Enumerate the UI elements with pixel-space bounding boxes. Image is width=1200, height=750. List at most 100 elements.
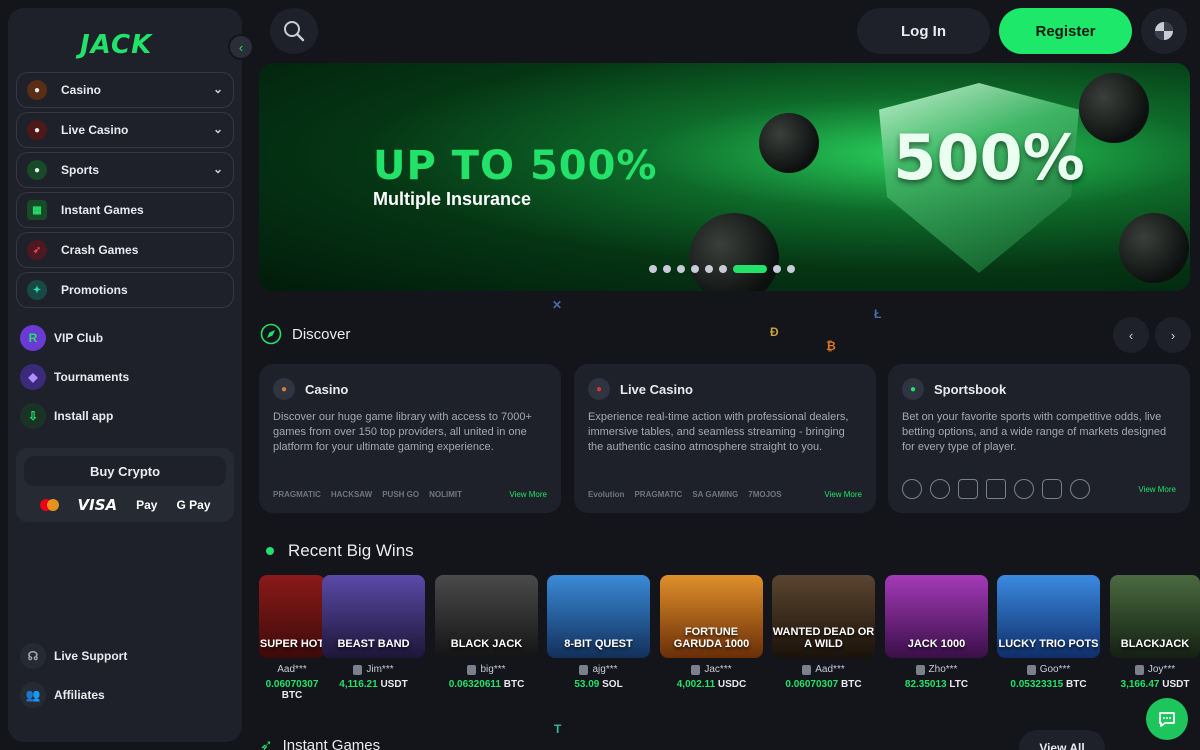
sidebar-item-label: Affiliates <box>54 688 105 702</box>
win-amount: 0.06070307 BTC <box>772 679 875 690</box>
win-user-name: Jim*** <box>366 664 394 675</box>
discover-next-button[interactable]: › <box>1155 317 1191 353</box>
view-more-link[interactable]: View More <box>509 490 547 499</box>
win-item[interactable]: BLACK JACK big*** 0.06320611 BTC <box>435 575 538 690</box>
card-title: ● Casino <box>273 378 547 400</box>
mastercard-icon <box>39 499 59 511</box>
carousel-dot[interactable] <box>691 265 699 273</box>
carousel-dot[interactable] <box>787 265 795 273</box>
ball-decoration <box>759 113 819 173</box>
sports-icon: ● <box>27 160 47 180</box>
google-pay-icon: G Pay <box>176 498 211 512</box>
sidebar-item-label: Promotions <box>61 283 128 297</box>
win-currency: BTC <box>841 679 862 690</box>
sportsbook-icon: ● <box>902 378 924 400</box>
carousel-dot-active[interactable] <box>733 265 767 273</box>
soccer-icon <box>902 479 922 499</box>
search-button[interactable] <box>270 8 318 54</box>
sidebar-item-instant-games[interactable]: ▦ Instant Games <box>16 192 234 228</box>
win-user-name: Goo*** <box>1039 664 1071 675</box>
win-item[interactable]: FORTUNE GARUDA 1000 Jac*** 4,002.11 USDC <box>660 575 763 690</box>
view-more-link[interactable]: View More <box>1138 485 1176 494</box>
win-currency: BTC <box>1066 679 1087 690</box>
users-icon: 👥 <box>20 682 46 708</box>
win-amount-value: 0.05323315 <box>1010 679 1064 690</box>
buy-crypto-button[interactable]: Buy Crypto <box>24 456 226 486</box>
sidebar-item-promotions[interactable]: ✦ Promotions <box>16 272 234 308</box>
win-item[interactable]: BEAST BAND Jim*** 4,116.21 USDT <box>322 575 425 690</box>
win-item[interactable]: LUCKY TRIO POTS Goo*** 0.05323315 BTC <box>997 575 1100 690</box>
win-user-name: Joy*** <box>1147 664 1176 675</box>
sidebar-item-label: Live Casino <box>61 123 129 137</box>
win-item[interactable]: WANTED DEAD OR A WILD Aad*** 0.06070307 … <box>772 575 875 690</box>
win-user-name: Jac*** <box>704 664 732 675</box>
provider-logo: 7MOJOS <box>748 490 782 499</box>
carousel-dot[interactable] <box>663 265 671 273</box>
recent-wins-header: Recent Big Wins <box>266 541 414 561</box>
sidebar-item-live-casino[interactable]: ● Live Casino ⌄ <box>16 112 234 148</box>
login-button[interactable]: Log In <box>857 8 990 54</box>
win-item[interactable]: SUPER HOT Aad*** 0.06070307 BTC <box>259 575 325 701</box>
sidebar-item-label: VIP Club <box>54 331 104 345</box>
user-icon <box>1026 664 1036 675</box>
discover-card-casino[interactable]: ● Casino Discover our huge game library … <box>259 364 561 513</box>
sidebar-item-affiliates[interactable]: 👥 Affiliates <box>20 681 105 709</box>
tennis-icon <box>986 479 1006 499</box>
view-all-button[interactable]: View All <box>1019 730 1105 750</box>
chat-button[interactable] <box>1146 698 1188 740</box>
register-button[interactable]: Register <box>999 8 1132 54</box>
sidebar-item-sports[interactable]: ● Sports ⌄ <box>16 152 234 188</box>
crypto-glyph: T <box>554 722 562 736</box>
view-more-link[interactable]: View More <box>824 490 862 499</box>
sidebar-item-crash-games[interactable]: ➶ Crash Games <box>16 232 234 268</box>
sidebar-item-install-app[interactable]: ⇩ Install app <box>20 402 113 430</box>
card-description: Experience real-time action with profess… <box>588 411 849 453</box>
game-thumbnail: BEAST BAND <box>322 575 425 658</box>
ball-decoration <box>1119 213 1189 283</box>
sidebar-item-casino[interactable]: ● Casino ⌄ <box>16 72 234 108</box>
user-icon <box>915 664 925 675</box>
win-user-name: Aad*** <box>815 664 845 675</box>
carousel-dot[interactable] <box>705 265 713 273</box>
win-item[interactable]: BLACKJACK Joy*** 3,166.47 USDT <box>1110 575 1200 690</box>
ball-decoration <box>1079 73 1149 143</box>
install-app-icon: ⇩ <box>20 403 46 429</box>
win-amount: 53.09 SOL <box>547 679 650 690</box>
volleyball-icon <box>1014 479 1034 499</box>
carousel-dot[interactable] <box>719 265 727 273</box>
sidebar-item-vip-club[interactable]: R VIP Club <box>20 324 103 352</box>
visa-icon: VISA <box>77 496 118 514</box>
crypto-glyph: Đ <box>770 325 779 339</box>
sidebar-item-tournaments[interactable]: ◆ Tournaments <box>20 363 129 391</box>
game-thumbnail: BLACK JACK <box>435 575 538 658</box>
discover-card-live-casino[interactable]: ● Live Casino Experience real-time actio… <box>574 364 876 513</box>
win-amount: 0.05323315 BTC <box>997 679 1100 690</box>
promotions-icon: ✦ <box>27 280 47 300</box>
card-title-text: Casino <box>305 381 349 397</box>
carousel-dot[interactable] <box>773 265 781 273</box>
discover-prev-button[interactable]: ‹ <box>1113 317 1149 353</box>
apple-pay-icon: Pay <box>136 498 157 512</box>
sidebar-item-live-support[interactable]: ☊ Live Support <box>20 642 127 670</box>
casino-icon: ● <box>273 378 295 400</box>
collapse-sidebar-button[interactable]: ‹ <box>228 34 254 60</box>
discover-card-sportsbook[interactable]: ● Sportsbook Bet on your favorite sports… <box>888 364 1190 513</box>
provider-logos: PRAGMATIC HACKSAW PUSH GO NOLIMIT <box>273 490 462 499</box>
win-user: big*** <box>435 664 538 675</box>
promo-banner[interactable]: 500% UP TO 500% Multiple Insurance <box>259 63 1190 291</box>
carousel-dot[interactable] <box>677 265 685 273</box>
game-thumbnail: WANTED DEAD OR A WILD <box>772 575 875 658</box>
provider-logo: Evolution <box>588 490 625 499</box>
user-icon <box>353 664 363 675</box>
carousel-dot[interactable] <box>649 265 657 273</box>
language-button[interactable] <box>1141 8 1187 54</box>
win-user: Aad*** <box>259 664 325 675</box>
casino-icon: ● <box>27 80 47 100</box>
apple-pay-label: Pay <box>136 498 158 512</box>
win-item[interactable]: JACK 1000 Zho*** 82.35013 LTC <box>885 575 988 690</box>
win-user: Goo*** <box>997 664 1100 675</box>
tournaments-icon: ◆ <box>20 364 46 390</box>
logo[interactable]: JACK <box>80 30 152 60</box>
chat-icon <box>1159 712 1175 727</box>
win-item[interactable]: 8-BIT QUEST ajg*** 53.09 SOL <box>547 575 650 690</box>
